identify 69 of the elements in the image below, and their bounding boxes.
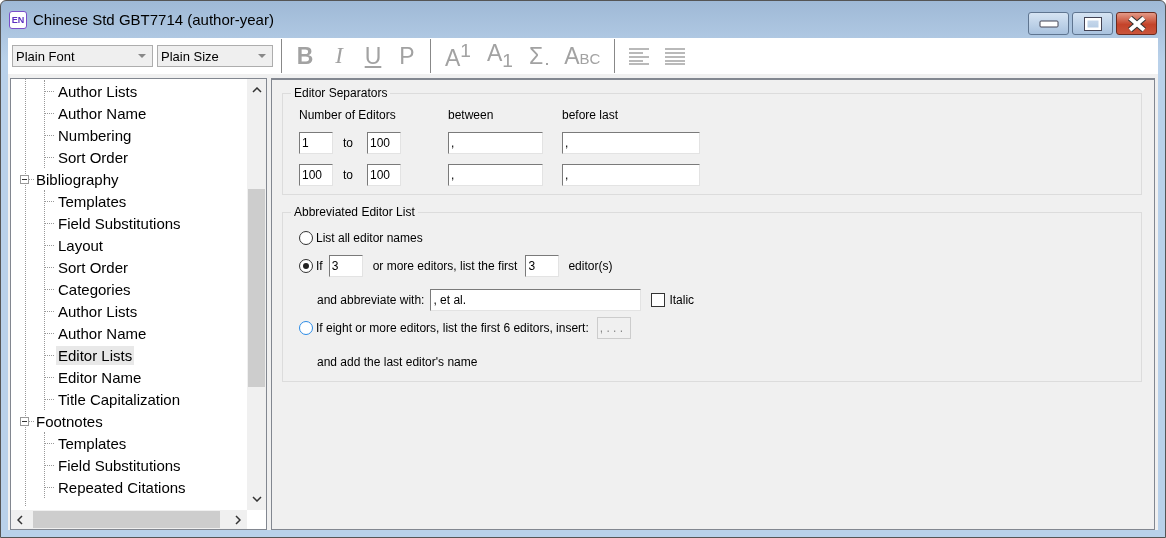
input-field[interactable]: 3 [525,255,560,277]
tree-item[interactable]: Title Capitalization [56,389,182,409]
maximize-icon [1083,16,1102,31]
minimize-icon [1038,19,1059,28]
to-label: to [343,168,353,182]
tree-item[interactable]: Sort Order [56,147,131,167]
option-label: If eight or more editors, list the first 6 editors, insert: [316,321,589,335]
input-field[interactable]: 100 [367,164,401,186]
close-icon [1126,15,1147,32]
checkbox-label: Italic [669,293,695,307]
option-label: editor(s) [568,259,613,273]
vertical-scrollbar[interactable] [247,79,266,510]
option-label: If [316,259,323,273]
tree-item[interactable]: Repeated Citations [56,477,188,497]
tree-item[interactable]: Templates [56,433,129,453]
tree-item[interactable]: Editor Name [56,367,144,387]
app-icon: EN [9,10,27,29]
justify-icon [665,47,686,65]
maximize-button[interactable] [1072,12,1113,35]
collapse-icon[interactable] [20,416,29,426]
scroll-down-icon[interactable] [251,496,262,502]
tree-item[interactable]: Templates [56,191,129,211]
radio-button[interactable] [299,231,313,245]
tree-item[interactable]: Author Name [56,103,149,123]
tree-item[interactable]: Categories [56,279,133,299]
tree-item[interactable]: Field Substitutions [56,455,183,475]
align-left-icon [629,47,650,65]
size-dropdown[interactable]: Plain Size [157,45,273,67]
scroll-right-icon[interactable] [235,514,241,525]
input-field[interactable]: , [562,132,700,154]
column-label: Number of Editors [299,108,397,122]
input-field[interactable]: 100 [299,164,333,186]
option-label: or more editors, list the first [372,259,518,273]
font-dropdown[interactable]: Plain Font [12,45,153,67]
checkbox[interactable] [651,293,666,307]
column-label: before last [562,108,620,122]
minimize-button[interactable] [1028,12,1069,35]
tree-item[interactable]: Numbering [56,125,134,145]
tree-item[interactable]: Author Lists [56,81,140,101]
tree-item[interactable]: Author Lists [56,301,140,321]
input-field[interactable]: 3 [328,255,363,277]
scroll-up-icon[interactable] [251,87,262,93]
tree-item[interactable]: Footnotes [34,411,105,431]
close-button[interactable] [1116,12,1157,35]
option-note: and add the last editor's name [317,355,478,369]
radio-button[interactable] [299,259,313,273]
column-label: between [448,108,495,122]
input-field[interactable]: , [448,164,543,186]
tree-item[interactable]: Editor Lists [56,345,135,365]
option-label: List all editor names [316,231,423,245]
tree-item[interactable]: Layout [56,235,106,255]
input-field[interactable]: , et al. [430,289,642,311]
input-field[interactable]: 100 [367,132,401,154]
tree-item[interactable]: Sort Order [56,257,131,277]
collapse-icon[interactable] [20,174,29,184]
radio-button[interactable] [299,321,313,335]
horizontal-scrollbar[interactable] [11,510,247,529]
to-label: to [343,136,353,150]
input-field[interactable]: , [562,164,700,186]
input-field[interactable]: , [448,132,543,154]
group-title: Abbreviated Editor List [293,205,416,219]
window-title: Chinese Std GBT7714 (author-year) [33,11,274,28]
group-title: Editor Separators [293,86,389,100]
tree-item[interactable]: Field Substitutions [56,213,183,233]
tree-item[interactable]: Author Name [56,323,149,343]
tree-item[interactable]: Bibliography [34,169,121,189]
scroll-left-icon[interactable] [17,514,23,525]
field-label: and abbreviate with: [317,293,425,307]
input-field[interactable]: 1 [299,132,333,154]
